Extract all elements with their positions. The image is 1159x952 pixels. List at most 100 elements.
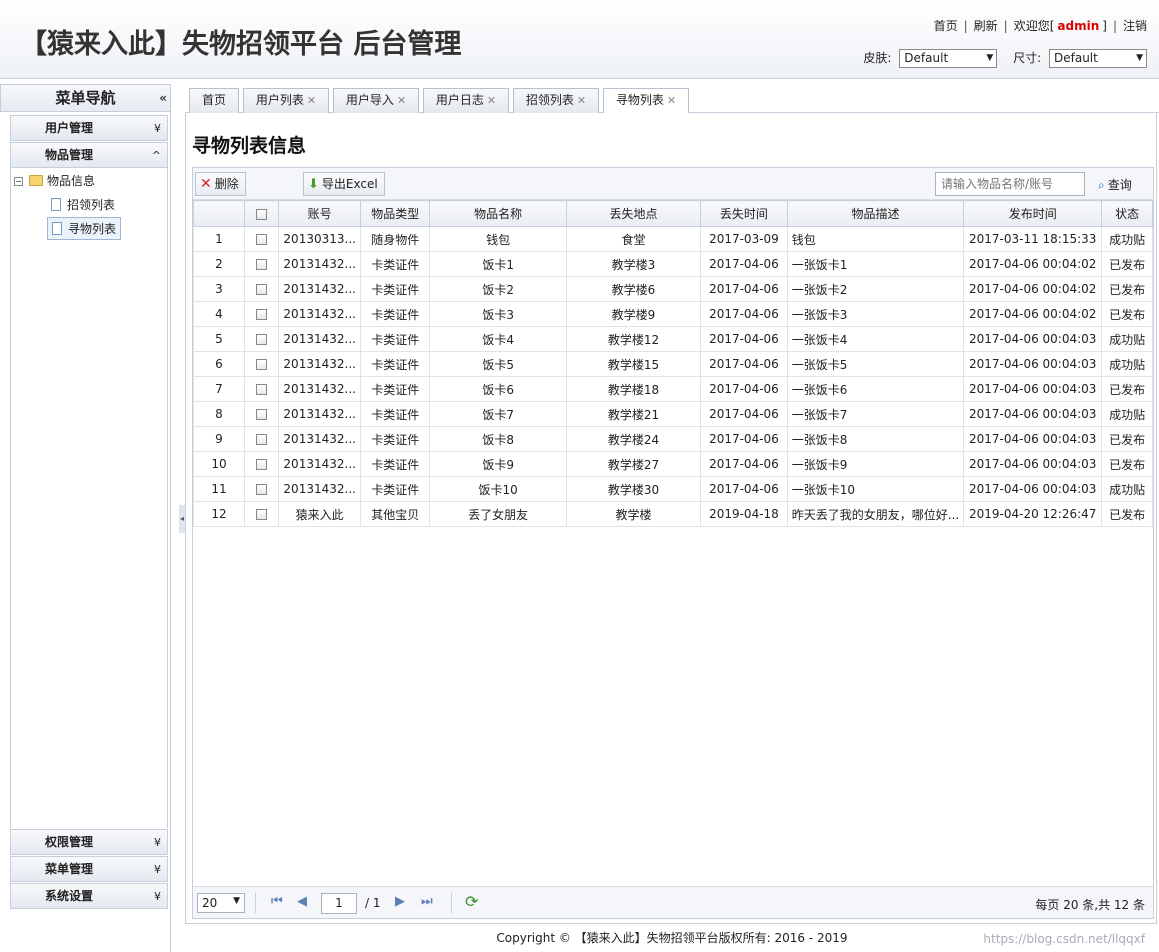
export-excel-button[interactable]: ⬇ 导出Excel (303, 172, 385, 196)
select-all-header[interactable] (243, 200, 280, 227)
column-header[interactable]: 物品描述 (786, 200, 965, 227)
close-icon[interactable]: ✕ (397, 94, 406, 107)
sidebar-section-system-settings[interactable]: 系统设置 ¥ (10, 883, 168, 909)
table-row[interactable]: 10 20131432... 卡类证件 饭卡9 教学楼27 2017-04-06 一张饭卡9… (193, 451, 1153, 477)
sidebar-section-label: 权限管理 (45, 835, 94, 849)
row-checkbox[interactable] (256, 359, 268, 370)
row-checkbox[interactable] (256, 259, 268, 270)
download-icon: ⬇ (308, 177, 319, 192)
row-select-cell[interactable] (243, 276, 280, 302)
row-select-cell[interactable] (243, 226, 280, 252)
row-select-cell[interactable] (243, 401, 280, 427)
tab-home[interactable]: 首页 (189, 88, 239, 113)
table-row[interactable]: 4 20131432... 卡类证件 饭卡3 教学楼9 2017-04-06 一张饭卡3 20… (193, 301, 1153, 327)
row-select-cell[interactable] (243, 251, 280, 277)
column-header[interactable]: 物品名称 (429, 200, 567, 227)
home-link[interactable]: 首页 (934, 19, 958, 33)
size-select[interactable]: Default ▼ (1049, 49, 1147, 68)
row-checkbox[interactable] (256, 234, 268, 245)
row-select-cell[interactable] (243, 326, 280, 352)
column-header[interactable]: 丢失地点 (565, 200, 702, 227)
table-cell: 钱包 (429, 226, 567, 252)
row-number-cell: 9 (193, 426, 245, 452)
delete-button[interactable]: ✕ 删除 (195, 172, 246, 196)
tab-found-list[interactable]: 招领列表 ✕ (513, 88, 599, 113)
table-cell: 已发布 (1101, 426, 1153, 452)
prev-page-icon[interactable]: ◀ (297, 894, 307, 909)
row-select-cell[interactable] (243, 476, 280, 502)
tree-node-item-info[interactable]: − 物品信息 (14, 172, 95, 189)
table-row[interactable]: 12 猿来入此 其他宝贝 丢了女朋友 教学楼 2019-04-18 昨天丢了我的女朋友，哪位… (193, 501, 1153, 527)
search-input[interactable] (935, 172, 1085, 196)
tab-user-list[interactable]: 用户列表 ✕ (243, 88, 329, 113)
row-select-cell[interactable] (243, 301, 280, 327)
row-checkbox[interactable] (256, 434, 268, 445)
table-cell: 已发布 (1101, 501, 1153, 527)
row-number-cell: 10 (193, 451, 245, 477)
table-cell: 饭卡9 (429, 451, 567, 477)
table-row[interactable]: 2 20131432... 卡类证件 饭卡1 教学楼3 2017-04-06 一张饭卡1 20… (193, 251, 1153, 277)
next-page-icon[interactable]: ▶ (395, 894, 405, 909)
close-icon[interactable]: ✕ (307, 94, 316, 107)
sidebar-section-permission-management[interactable]: 权限管理 ¥ (10, 829, 168, 855)
tab-user-log[interactable]: 用户日志 ✕ (423, 88, 509, 113)
table-row[interactable]: 6 20131432... 卡类证件 饭卡5 教学楼15 2017-04-06 一张饭卡5 2… (193, 351, 1153, 377)
select-all-checkbox[interactable] (256, 208, 268, 220)
row-checkbox[interactable] (256, 459, 268, 470)
row-select-cell[interactable] (243, 376, 280, 402)
table-cell: 丢了女朋友 (429, 501, 567, 527)
row-checkbox[interactable] (256, 384, 268, 395)
row-checkbox[interactable] (256, 309, 268, 320)
row-checkbox[interactable] (256, 334, 268, 345)
row-checkbox[interactable] (256, 409, 268, 420)
tab-lost-list[interactable]: 寻物列表 ✕ (603, 88, 689, 114)
last-page-icon[interactable]: ⏭ (421, 894, 433, 909)
sidebar-section-item-management[interactable]: 物品管理 ^ (10, 142, 168, 168)
table-row[interactable]: 9 20131432... 卡类证件 饭卡8 教学楼24 2017-04-06 一张饭卡8 2… (193, 426, 1153, 452)
close-icon[interactable]: ✕ (577, 94, 586, 107)
page-size-select[interactable]: 20 ▼ (197, 893, 245, 913)
row-select-cell[interactable] (243, 501, 280, 527)
logout-link[interactable]: 注销 (1123, 19, 1147, 33)
skin-select[interactable]: Default ▼ (899, 49, 998, 68)
delete-icon: ✕ (200, 176, 212, 192)
tab-user-import[interactable]: 用户导入 ✕ (333, 88, 419, 113)
column-header[interactable]: 丢失时间 (700, 200, 788, 227)
row-select-cell[interactable] (243, 451, 280, 477)
close-icon[interactable]: ✕ (667, 94, 676, 107)
table-row[interactable]: 3 20131432... 卡类证件 饭卡2 教学楼6 2017-04-06 一张饭卡2 20… (193, 276, 1153, 302)
table-cell: 教学楼 (565, 501, 702, 527)
sidebar-section-menu-management[interactable]: 菜单管理 ¥ (10, 856, 168, 882)
table-cell: 2017-03-11 18:15:33 (963, 226, 1103, 252)
refresh-link[interactable]: 刷新 (974, 19, 998, 33)
table-cell: 20131432... (278, 301, 361, 327)
table-row[interactable]: 1 20130313... 随身物件 钱包 食堂 2017-03-09 钱包 2017-03-… (193, 226, 1153, 252)
sidebar-section-user-management[interactable]: 用户管理 ¥ (10, 115, 168, 141)
row-checkbox[interactable] (256, 284, 268, 295)
column-header[interactable]: 账号 (278, 200, 361, 227)
column-header[interactable]: 物品类型 (359, 200, 431, 227)
row-checkbox[interactable] (256, 509, 268, 520)
row-select-cell[interactable] (243, 426, 280, 452)
close-icon[interactable]: ✕ (487, 94, 496, 107)
table-row[interactable]: 8 20131432... 卡类证件 饭卡7 教学楼21 2017-04-06 一张饭卡7 2… (193, 401, 1153, 427)
tree-leaf-found-list[interactable]: 招领列表 (47, 194, 119, 215)
refresh-icon[interactable]: ⟳ (465, 892, 478, 911)
total-pages: / 1 (365, 896, 381, 910)
page-title: 寻物列表信息 (192, 135, 307, 157)
table-row[interactable]: 7 20131432... 卡类证件 饭卡6 教学楼18 2017-04-06 一张饭卡6 2… (193, 376, 1153, 402)
column-header[interactable]: 发布时间 (963, 200, 1103, 227)
table-row[interactable]: 11 20131432... 卡类证件 饭卡10 教学楼30 2017-04-06 一张饭卡… (193, 476, 1153, 502)
row-select-cell[interactable] (243, 351, 280, 377)
collapse-sidebar-icon[interactable]: « (159, 85, 167, 112)
search-button[interactable]: ⌕ 查询 (1098, 176, 1132, 193)
table-row[interactable]: 5 20131432... 卡类证件 饭卡4 教学楼12 2017-04-06 一张饭卡4 2… (193, 326, 1153, 352)
page-number-input[interactable]: 1 (321, 893, 357, 914)
table-cell: 一张饭卡9 (786, 451, 965, 477)
row-checkbox[interactable] (256, 484, 268, 495)
table-cell: 饭卡5 (429, 351, 567, 377)
tree-leaf-lost-list[interactable]: 寻物列表 (47, 217, 122, 240)
tree-collapse-icon[interactable]: − (14, 177, 23, 186)
first-page-icon[interactable]: ⏮ (271, 894, 283, 909)
column-header[interactable]: 状态 (1101, 200, 1153, 227)
